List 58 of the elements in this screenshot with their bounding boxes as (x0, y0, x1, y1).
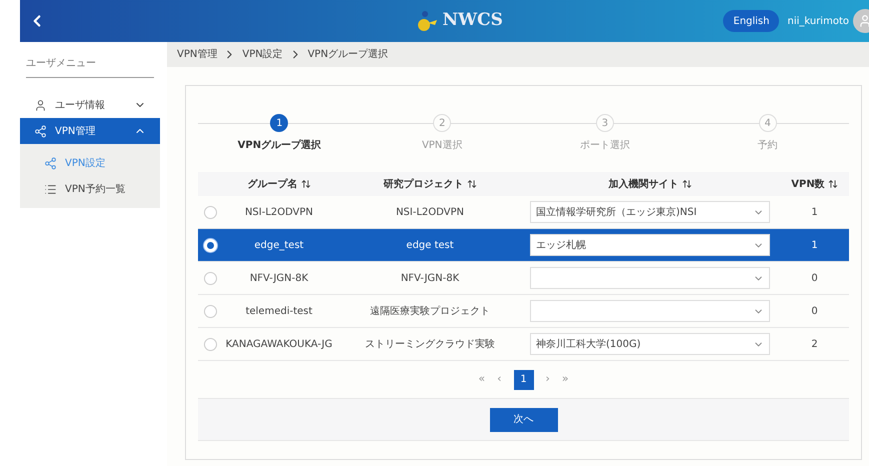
site-select[interactable] (530, 300, 770, 322)
table-row[interactable]: telemedi-test 遠隔医療実験プロジェクト 0 (198, 295, 849, 328)
vpn-count: 0 (811, 304, 818, 318)
project-name: NSI-L2ODVPN (396, 206, 464, 220)
column-header[interactable]: 研究プロジェクト (384, 176, 476, 192)
step-number: 3 (596, 114, 614, 132)
site-select[interactable]: エッジ札幌 (530, 234, 770, 256)
project-name: 遠隔医療実験プロジェクト (370, 304, 490, 318)
step-number: 4 (758, 114, 777, 132)
vpn-count: 1 (811, 206, 818, 220)
project-name: NFV-JGN-8K (400, 272, 460, 286)
step-label: ポート選択 (580, 139, 630, 153)
project-name: ストリーミングクラウド実験 (365, 338, 495, 352)
project-name: edge test (406, 238, 454, 252)
sort-icon (300, 179, 310, 189)
site-select[interactable]: 神奈川工科大学(100G) (530, 333, 770, 355)
column-header[interactable]: 加入機関サイト (608, 176, 692, 192)
username: nii_kurimoto (787, 14, 849, 28)
logo-text: NWCS (442, 9, 503, 32)
sidebar-item[interactable]: VPN管理 (20, 118, 160, 144)
vpn-count: 0 (811, 272, 818, 286)
radio-button[interactable] (204, 206, 216, 218)
step-label: 予約 (758, 139, 778, 153)
sort-icon (466, 179, 476, 189)
sidebar-title: ユーザメニュー (26, 56, 154, 78)
user-icon (34, 98, 47, 112)
site-select[interactable]: 国立情報学研究所（エッジ東京)NSI (530, 201, 770, 223)
step-label: VPN選択 (422, 139, 462, 153)
sort-icon (828, 179, 838, 189)
radio-button[interactable] (204, 304, 216, 318)
share-icon (44, 156, 57, 170)
column-header[interactable]: VPN数 (791, 176, 838, 192)
sort-icon (682, 179, 692, 189)
table-row[interactable]: edge_test edge test エッジ札幌 1 (198, 229, 849, 262)
sidebar-subitem[interactable]: VPN予約一覧 (20, 176, 160, 202)
table-row[interactable]: KANAGAWAKOUKA-JG ストリーミングクラウド実験 神奈川工科大学(100G) 2 (198, 328, 849, 361)
radio-button[interactable] (204, 272, 216, 284)
share-icon (34, 124, 47, 138)
group-name: edge_test (254, 238, 304, 252)
table-row[interactable]: NFV-JGN-8K NFV-JGN-8K 0 (198, 262, 849, 295)
step-number: 2 (433, 114, 452, 132)
column-header[interactable]: グループ名 (248, 176, 310, 192)
next-button[interactable]: 次へ (490, 408, 558, 432)
group-name: telemedi-test (246, 304, 312, 318)
step-label: VPNグループ選択 (238, 138, 322, 153)
breadcrumb-link[interactable]: VPN設定 (242, 47, 283, 62)
vpn-count: 2 (811, 338, 818, 352)
step-number: 1 (270, 114, 288, 132)
mascot-logo-icon (416, 9, 438, 33)
page-button[interactable]: 1 (514, 370, 534, 390)
breadcrumb-link[interactable]: VPN管理 (177, 47, 218, 62)
language-button[interactable]: English (723, 10, 780, 32)
radio-button[interactable] (204, 338, 216, 350)
group-name: NFV-JGN-8K (250, 272, 308, 286)
group-name: KANAGAWAKOUKA-JG (226, 338, 332, 352)
vpn-count: 1 (811, 238, 818, 252)
group-name: NSI-L2ODVPN (244, 206, 314, 220)
site-select[interactable] (530, 267, 770, 289)
